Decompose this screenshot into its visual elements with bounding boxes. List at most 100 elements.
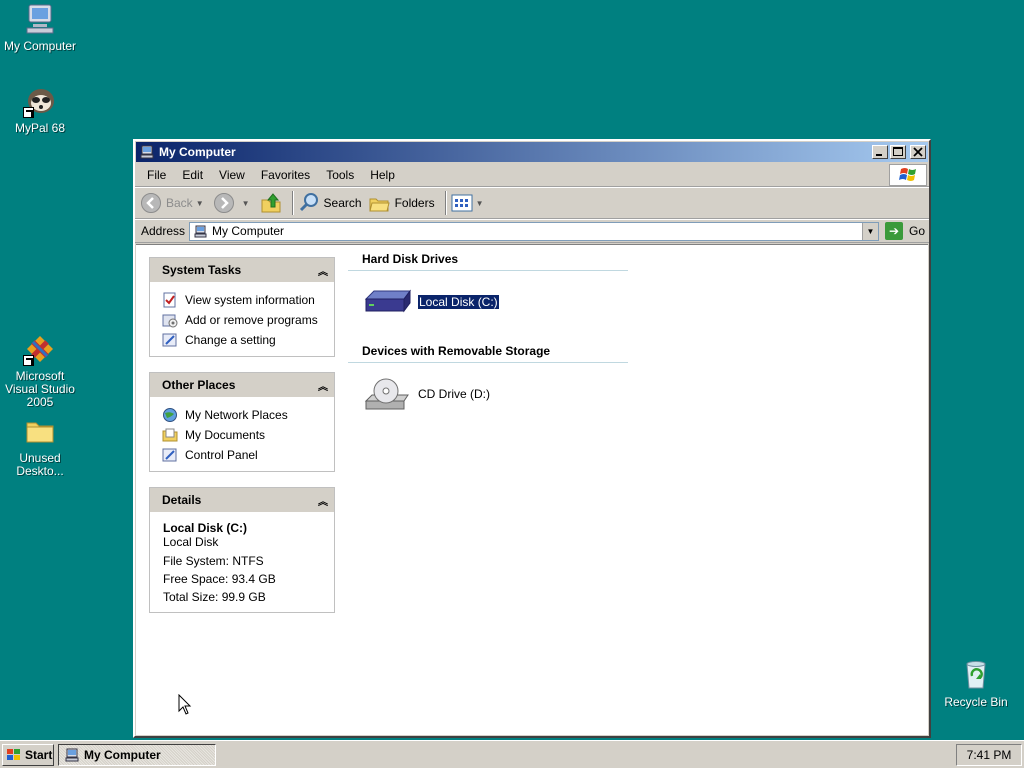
panel-title: Details — [162, 493, 202, 507]
search-icon — [299, 193, 318, 212]
folders-label: Folders — [394, 196, 435, 210]
drive-cd-drive-d[interactable]: CD Drive (D:) — [364, 377, 628, 411]
window-title: My Computer — [159, 145, 236, 159]
group-header-hard-disks: Hard Disk Drives — [348, 249, 628, 271]
desktop-icon-recycle-bin[interactable]: Recycle Bin — [936, 658, 1016, 709]
go-label: Go — [908, 224, 925, 238]
cd-drive-icon — [364, 378, 409, 410]
up-folder-icon — [261, 193, 281, 213]
address-input[interactable]: My Computer ▼ — [189, 221, 879, 241]
maximize-button[interactable] — [890, 145, 906, 159]
address-bar: Address My Computer ▼ ➔ Go — [135, 219, 929, 243]
menu-tools[interactable]: Tools — [318, 166, 362, 184]
explorer-window[interactable]: My Computer File Edit View Favorites Too… — [133, 139, 931, 738]
shortcut-arrow-icon — [23, 355, 34, 366]
search-label: Search — [323, 196, 362, 210]
menu-bar: File Edit View Favorites Tools Help — [135, 163, 929, 187]
taskbar-button-label: My Computer — [84, 747, 161, 762]
menu-favorites[interactable]: Favorites — [253, 166, 318, 184]
panel-title: Other Places — [162, 378, 236, 392]
control-panel-icon — [162, 333, 177, 347]
back-label: Back — [166, 196, 193, 210]
forward-dropdown-icon[interactable]: ▼ — [242, 199, 250, 208]
taskbar-button-my-computer[interactable]: My Computer — [58, 743, 216, 766]
views-button[interactable]: ▼ — [451, 194, 488, 212]
collapse-chevron-icon[interactable]: ︽ — [318, 263, 328, 278]
back-dropdown-icon[interactable]: ▼ — [196, 199, 204, 208]
place-label: My Network Places — [185, 408, 288, 422]
hard-disk-icon — [364, 289, 411, 313]
menu-edit[interactable]: Edit — [174, 166, 211, 184]
folders-button[interactable]: Folders — [368, 192, 435, 214]
folders-icon — [368, 198, 390, 212]
desktop-icon-visual-studio[interactable]: Microsoft Visual Studio 2005 — [0, 332, 82, 409]
recycle-bin-icon — [959, 658, 993, 692]
title-bar[interactable]: My Computer — [136, 142, 928, 162]
taskbar: Start My Computer 7:41 PM — [0, 740, 1024, 768]
control-panel-icon — [162, 448, 177, 462]
standard-toolbar: Back ▼ ▼ Search Folders ▼ — [135, 187, 929, 219]
forward-button[interactable]: ▼ — [213, 193, 254, 213]
task-label: View system information — [185, 293, 315, 307]
desktop-icon-label: My Computer — [3, 39, 77, 53]
panel-title: System Tasks — [162, 263, 242, 277]
go-button[interactable]: ➔ Go — [884, 222, 925, 240]
search-button[interactable]: Search — [298, 192, 362, 214]
task-label: Add or remove programs — [185, 313, 318, 327]
place-my-documents[interactable]: My Documents — [162, 425, 326, 445]
menu-file[interactable]: File — [139, 166, 174, 184]
address-value: My Computer — [212, 224, 285, 238]
details-header[interactable]: Details ︽ — [150, 488, 334, 512]
details-panel: Details ︽ Local Disk (C:) Local Disk Fil… — [149, 487, 335, 613]
folder-icon — [23, 414, 57, 448]
place-my-network-places[interactable]: My Network Places — [162, 405, 326, 425]
task-change-setting[interactable]: Change a setting — [162, 330, 326, 350]
drive-local-disk-c[interactable]: Local Disk (C:) — [364, 285, 628, 319]
mouse-cursor-icon — [178, 694, 192, 715]
back-arrow-icon — [141, 193, 161, 213]
desktop-icon-label: MyPal 68 — [14, 121, 66, 135]
menu-view[interactable]: View — [211, 166, 253, 184]
up-folder-button[interactable] — [260, 192, 282, 214]
desktop-icon-label: Unused Deskto... — [16, 451, 64, 478]
task-view-system-information[interactable]: View system information — [162, 290, 326, 310]
my-documents-icon — [162, 428, 178, 442]
system-info-icon — [163, 292, 176, 308]
place-label: My Documents — [185, 428, 266, 442]
minimize-button[interactable] — [872, 145, 888, 159]
close-button[interactable] — [910, 145, 926, 159]
task-label: Change a setting — [185, 333, 276, 347]
drive-label: Local Disk (C:) — [417, 294, 500, 310]
desktop-icon-mypal[interactable]: MyPal 68 — [0, 84, 80, 135]
views-icon — [451, 194, 473, 212]
desktop-icon-my-computer[interactable]: My Computer — [0, 2, 80, 53]
toolbar-separator — [291, 191, 294, 215]
other-places-header[interactable]: Other Places ︽ — [150, 373, 334, 397]
collapse-chevron-icon[interactable]: ︽ — [318, 493, 328, 508]
system-tasks-panel: System Tasks ︽ View system information A… — [149, 257, 335, 357]
details-name: Local Disk (C:) — [163, 521, 248, 535]
group-header-removable: Devices with Removable Storage — [348, 341, 628, 363]
raccoon-icon — [23, 84, 57, 118]
windows-logo-icon — [889, 164, 927, 186]
desktop-icon-unused-desktop[interactable]: Unused Deskto... — [0, 414, 80, 478]
views-dropdown-icon: ▼ — [475, 198, 484, 208]
task-add-remove-programs[interactable]: Add or remove programs — [162, 310, 326, 330]
system-tasks-header[interactable]: System Tasks ︽ — [150, 258, 334, 282]
computer-icon — [140, 145, 154, 159]
network-globe-icon — [163, 408, 177, 422]
menu-help[interactable]: Help — [362, 166, 403, 184]
address-dropdown-icon[interactable]: ▼ — [861, 222, 878, 240]
forward-arrow-icon — [213, 193, 234, 213]
collapse-chevron-icon[interactable]: ︽ — [318, 378, 328, 393]
visual-studio-icon — [23, 332, 57, 366]
task-pane: System Tasks ︽ View system information A… — [149, 257, 335, 628]
start-button[interactable]: Start — [2, 743, 54, 766]
details-free-space: Free Space: 93.4 GB — [163, 572, 276, 586]
computer-icon — [194, 225, 207, 237]
back-button[interactable]: Back ▼ — [141, 193, 208, 213]
shortcut-arrow-icon — [23, 107, 34, 118]
details-total-size: Total Size: 99.9 GB — [163, 590, 266, 604]
system-tray-clock[interactable]: 7:41 PM — [956, 744, 1022, 766]
place-control-panel[interactable]: Control Panel — [162, 445, 326, 465]
